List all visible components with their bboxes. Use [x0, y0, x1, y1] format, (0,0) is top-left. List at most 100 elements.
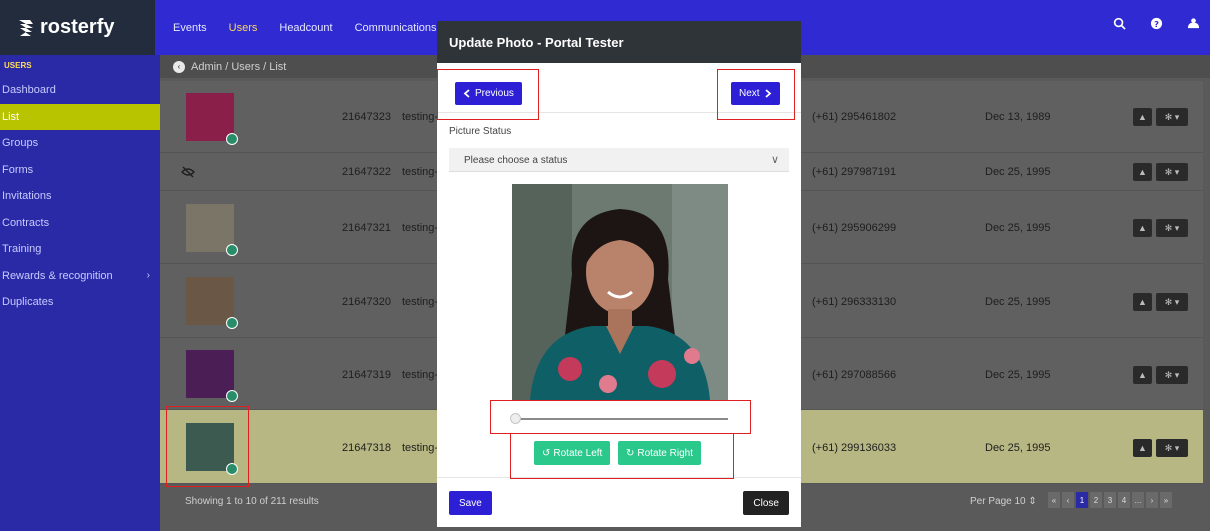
user-dob: Dec 25, 1995 — [985, 442, 1051, 454]
collapse-sidebar-icon[interactable]: ‹ — [173, 60, 185, 73]
help-icon[interactable]: ? — [1150, 17, 1163, 30]
user-avatar[interactable] — [186, 93, 238, 145]
nav-users[interactable]: Users — [229, 22, 258, 34]
user-email[interactable]: testing- — [402, 442, 438, 454]
page-prev[interactable]: ‹ — [1062, 492, 1074, 508]
status-badge — [226, 133, 238, 145]
user-phone: (+61) 297987191 — [812, 166, 897, 178]
view-user-button[interactable]: ▲ — [1133, 366, 1152, 384]
per-page-label: Per Page — [970, 496, 1012, 507]
page-1[interactable]: 1 — [1076, 492, 1088, 508]
user-email[interactable]: testing- — [402, 369, 438, 381]
user-phone: (+61) 299136033 — [812, 442, 897, 454]
svg-text:?: ? — [1154, 19, 1159, 29]
user-email[interactable]: testing- — [402, 296, 438, 308]
user-dob: Dec 25, 1995 — [985, 222, 1051, 234]
annotation-box-next — [717, 69, 795, 120]
user-email[interactable]: testing- — [402, 166, 438, 178]
sidebar-item-dashboard[interactable]: Dashboard — [0, 77, 160, 104]
rosterfy-logo-icon — [19, 19, 33, 36]
eye-slash-icon — [181, 166, 195, 178]
page-3[interactable]: 3 — [1104, 492, 1116, 508]
user-dob: Dec 25, 1995 — [985, 166, 1051, 178]
row-actions: ▲ ✻ ▾ — [1133, 163, 1188, 181]
modal-footer: Save Close — [437, 477, 801, 527]
results-summary: Showing 1 to 10 of 211 results — [185, 496, 319, 507]
row-actions: ▲ ✻ ▾ — [1133, 293, 1188, 311]
profile-photo — [512, 184, 728, 400]
settings-dropdown-button[interactable]: ✻ ▾ — [1156, 293, 1188, 311]
portrait-image — [512, 184, 728, 400]
row-actions: ▲ ✻ ▾ — [1133, 219, 1188, 237]
sidebar-item-duplicates[interactable]: Duplicates — [0, 289, 160, 316]
picture-status-label: Picture Status — [449, 126, 512, 137]
user-id: 21647320 — [342, 296, 391, 308]
sidebar-item-training[interactable]: Training — [0, 236, 160, 263]
picture-status-select[interactable]: Please choose a status ∨ — [449, 148, 789, 172]
user-dob: Dec 13, 1989 — [985, 111, 1051, 123]
settings-dropdown-button[interactable]: ✻ ▾ — [1156, 439, 1188, 457]
user-id: 21647321 — [342, 222, 391, 234]
status-badge — [226, 317, 238, 329]
page-next[interactable]: › — [1146, 492, 1158, 508]
user-avatar[interactable] — [186, 277, 238, 329]
settings-dropdown-button[interactable]: ✻ ▾ — [1156, 108, 1188, 126]
annotation-box-rotate — [510, 433, 734, 479]
settings-dropdown-button[interactable]: ✻ ▾ — [1156, 366, 1188, 384]
user-phone: (+61) 295461802 — [812, 111, 897, 123]
nav-headcount[interactable]: Headcount — [279, 22, 332, 34]
search-icon[interactable] — [1113, 17, 1126, 30]
user-avatar[interactable] — [186, 204, 238, 256]
top-nav: Events Users Headcount Communications — [155, 0, 459, 55]
row-actions: ▲ ✻ ▾ — [1133, 366, 1188, 384]
sidebar-item-groups[interactable]: Groups — [0, 130, 160, 157]
user-email[interactable]: testing- — [402, 222, 438, 234]
row-actions: ▲ ✻ ▾ — [1133, 108, 1188, 126]
page-ellipsis: ... — [1132, 492, 1144, 508]
sidebar-item-invitations[interactable]: Invitations — [0, 183, 160, 210]
user-id: 21647318 — [342, 442, 391, 454]
sidebar-section-label: USERS — [4, 61, 32, 70]
sidebar-item-contracts[interactable]: Contracts — [0, 210, 160, 237]
per-page-value: 10 — [1014, 496, 1026, 507]
nav-communications[interactable]: Communications — [355, 22, 437, 34]
settings-dropdown-button[interactable]: ✻ ▾ — [1156, 163, 1188, 181]
user-id: 21647319 — [342, 369, 391, 381]
pagination: « ‹ 1 2 3 4 ... › » — [1048, 492, 1172, 508]
view-user-button[interactable]: ▲ — [1133, 108, 1152, 126]
chevron-down-icon: ∨ — [770, 154, 779, 166]
status-badge — [226, 244, 238, 256]
user-id: 21647323 — [342, 111, 391, 123]
status-badge — [226, 390, 238, 402]
view-user-button[interactable]: ▲ — [1133, 439, 1152, 457]
breadcrumb-text: Admin / Users / List — [191, 60, 287, 73]
sidebar-item-rewards[interactable]: Rewards & recognition › — [0, 263, 160, 290]
nav-events[interactable]: Events — [173, 22, 207, 34]
sidebar-item-forms[interactable]: Forms — [0, 157, 160, 184]
page-4[interactable]: 4 — [1118, 492, 1130, 508]
sidebar: USERS Dashboard List Groups Forms Invita… — [0, 55, 160, 531]
modal-title: Update Photo - Portal Tester — [437, 21, 801, 63]
page-first[interactable]: « — [1048, 492, 1060, 508]
view-user-button[interactable]: ▲ — [1133, 219, 1152, 237]
annotation-box-slider — [490, 400, 751, 434]
sidebar-item-list[interactable]: List — [0, 103, 160, 130]
sort-caret-icon: ⇕ — [1028, 496, 1037, 507]
brand-logo[interactable]: rosterfy — [0, 0, 155, 55]
user-email[interactable]: testing- — [402, 111, 438, 123]
per-page-select[interactable]: Per Page 10 ⇕ — [970, 496, 1037, 507]
view-user-button[interactable]: ▲ — [1133, 293, 1152, 311]
user-dob: Dec 25, 1995 — [985, 369, 1051, 381]
settings-dropdown-button[interactable]: ✻ ▾ — [1156, 219, 1188, 237]
view-user-button[interactable]: ▲ — [1133, 163, 1152, 181]
page-2[interactable]: 2 — [1090, 492, 1102, 508]
user-avatar[interactable] — [186, 350, 238, 402]
row-actions: ▲ ✻ ▾ — [1133, 439, 1188, 457]
close-button[interactable]: Close — [743, 491, 789, 515]
save-button[interactable]: Save — [449, 491, 492, 515]
user-menu-icon[interactable] — [1187, 17, 1200, 30]
page-last[interactable]: » — [1160, 492, 1172, 508]
brand-name: rosterfy — [40, 16, 115, 38]
user-dob: Dec 25, 1995 — [985, 296, 1051, 308]
chevron-right-icon: › — [146, 269, 150, 281]
